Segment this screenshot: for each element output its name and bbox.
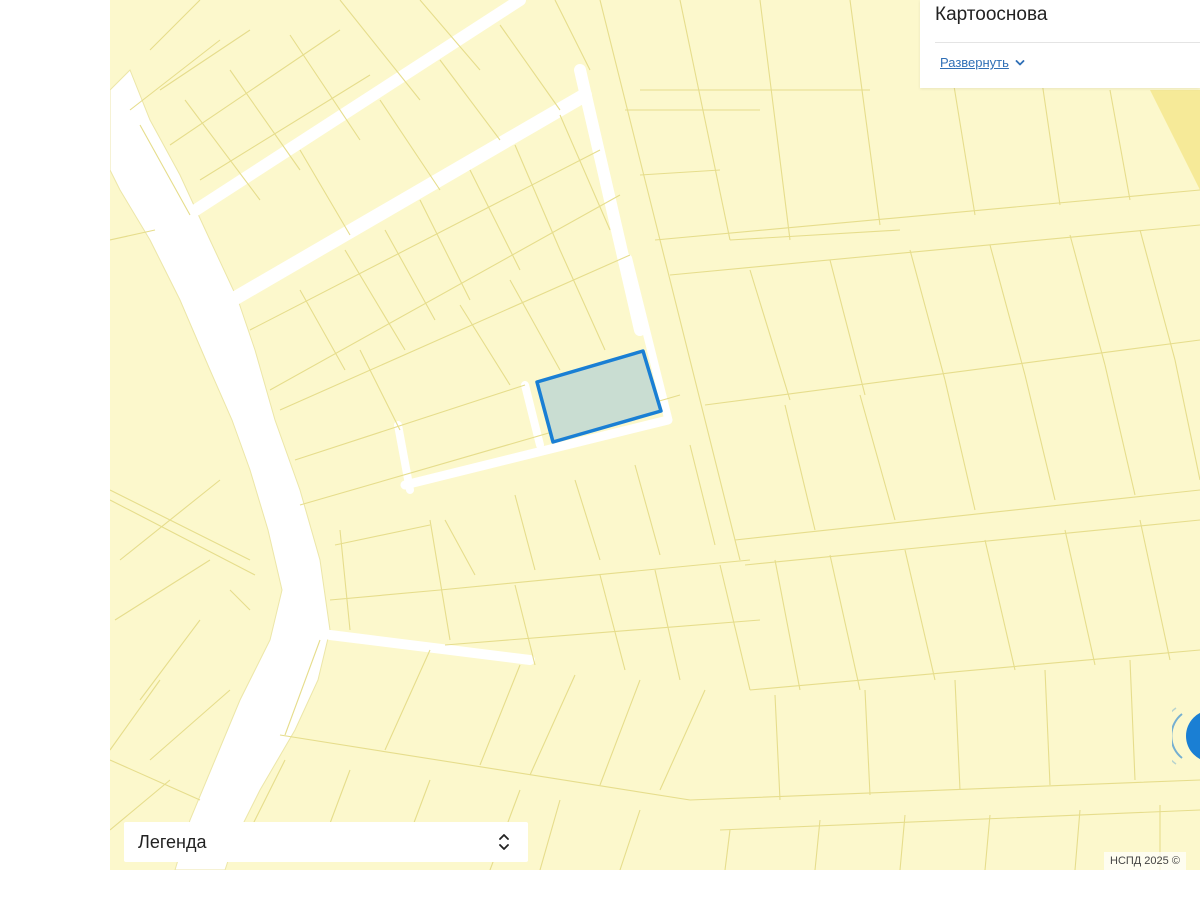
locate-me-icon [1172,707,1200,765]
map-attribution: НСПД 2025 © [1104,852,1186,870]
base-layer-panel: Картооснова Развернуть [920,0,1200,88]
expand-button[interactable]: Развернуть [940,55,1025,70]
legend-toggle[interactable]: Легенда [124,822,528,862]
page-footer-space [0,870,1200,900]
legend-label: Легенда [138,832,207,852]
cadastral-map[interactable] [110,0,1200,870]
panel-divider [935,42,1200,43]
chevron-down-icon [1015,59,1025,65]
sort-arrows-icon [499,834,509,850]
expand-label: Развернуть [940,55,1009,70]
base-layer-title: Картооснова [935,4,1048,25]
map-canvas[interactable] [110,0,1200,870]
locate-me-button[interactable] [1172,700,1200,772]
